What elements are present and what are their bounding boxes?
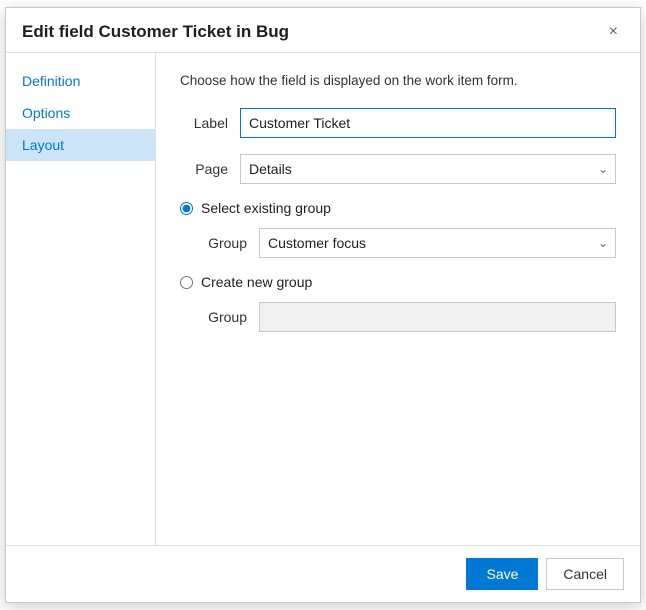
sidebar: Definition Options Layout — [6, 53, 156, 545]
dialog-body: Definition Options Layout Choose how the… — [6, 53, 640, 545]
select-existing-group-row: Select existing group — [180, 200, 616, 216]
create-new-label[interactable]: Create new group — [201, 274, 312, 290]
existing-group-row: Group Customer focus Development Testing… — [204, 228, 616, 258]
cancel-button[interactable]: Cancel — [546, 558, 624, 590]
create-new-group-row: Create new group — [180, 274, 616, 290]
sidebar-item-layout[interactable]: Layout — [6, 129, 155, 161]
dialog-title: Edit field Customer Ticket in Bug — [22, 22, 289, 42]
group-select[interactable]: Customer focus Development Testing — [259, 228, 616, 258]
radio-section: Select existing group Group Customer foc… — [180, 200, 616, 332]
dialog-header: Edit field Customer Ticket in Bug × — [6, 8, 640, 53]
sidebar-item-definition[interactable]: Definition — [6, 65, 155, 97]
select-existing-radio[interactable] — [180, 202, 193, 215]
page-select[interactable]: Details Planning Classification — [240, 154, 616, 184]
sidebar-item-options[interactable]: Options — [6, 97, 155, 129]
new-group-label-text: Group — [204, 309, 259, 325]
new-group-row: Group — [204, 302, 616, 332]
page-select-wrapper: Details Planning Classification ⌄ — [240, 154, 616, 184]
new-group-input[interactable] — [259, 302, 616, 332]
save-button[interactable]: Save — [466, 558, 538, 590]
edit-field-dialog: Edit field Customer Ticket in Bug × Defi… — [5, 7, 641, 603]
create-new-radio[interactable] — [180, 276, 193, 289]
group-select-wrapper: Customer focus Development Testing ⌄ — [259, 228, 616, 258]
dialog-footer: Save Cancel — [6, 545, 640, 602]
page-field-label: Page — [180, 161, 240, 177]
select-existing-label[interactable]: Select existing group — [201, 200, 331, 216]
page-row: Page Details Planning Classification ⌄ — [180, 154, 616, 184]
description-text: Choose how the field is displayed on the… — [180, 73, 616, 88]
close-button[interactable]: × — [603, 22, 624, 42]
main-content: Choose how the field is displayed on the… — [156, 53, 640, 545]
label-row: Label — [180, 108, 616, 138]
group-field-label: Group — [204, 235, 259, 251]
label-input[interactable] — [240, 108, 616, 138]
label-field-label: Label — [180, 115, 240, 131]
